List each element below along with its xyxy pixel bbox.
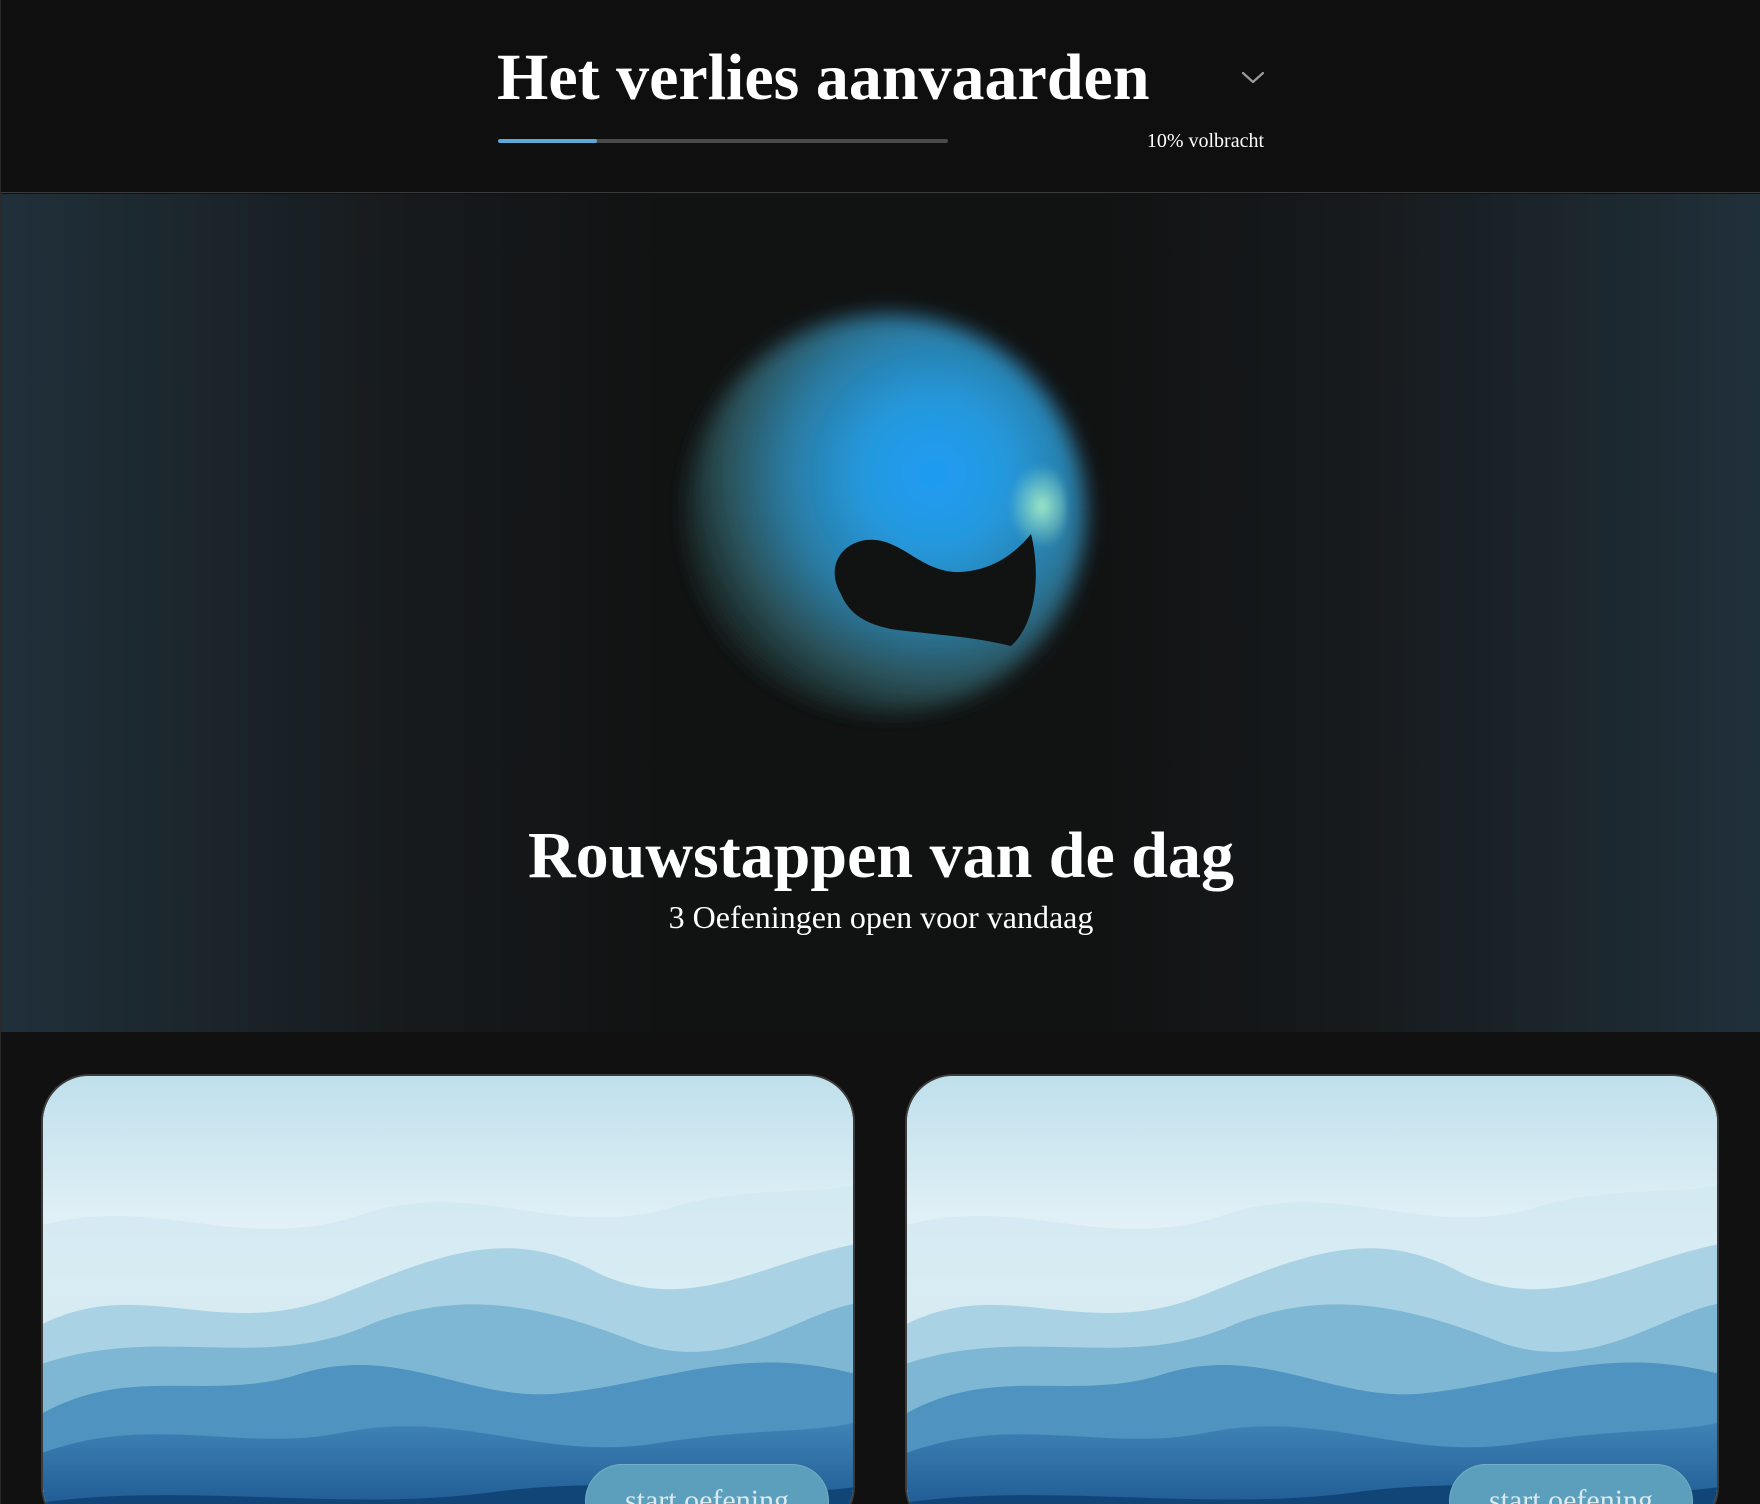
app-screen: Het verlies aanvaarden 10% volbracht Rou… [0, 0, 1760, 1504]
exercise-cards: start oefening start oefening [1, 1032, 1760, 1504]
exercise-card[interactable]: start oefening [41, 1074, 855, 1504]
chevron-down-icon[interactable] [1239, 68, 1267, 86]
progress-bar [498, 139, 948, 143]
grief-orb-illustration [686, 314, 1086, 714]
progress-bar-fill [498, 139, 597, 143]
watercolor-waves-image [907, 1076, 1717, 1504]
watercolor-waves-image [43, 1076, 853, 1504]
progress-label: 10% volbracht [1146, 130, 1264, 152]
daily-steps-title: Rouwstappen van de dag [527, 819, 1235, 892]
page-title: Het verlies aanvaarden [497, 41, 1150, 114]
exercise-card[interactable]: start oefening [905, 1074, 1719, 1504]
start-exercise-button[interactable]: start oefening [1449, 1464, 1693, 1504]
start-exercise-button[interactable]: start oefening [585, 1464, 829, 1504]
hero-section: Rouwstappen van de dag 3 Oefeningen open… [1, 194, 1760, 1032]
daily-steps-subtitle: 3 Oefeningen open voor vandaag [668, 899, 1094, 935]
page-header: Het verlies aanvaarden 10% volbracht [1, 0, 1760, 193]
